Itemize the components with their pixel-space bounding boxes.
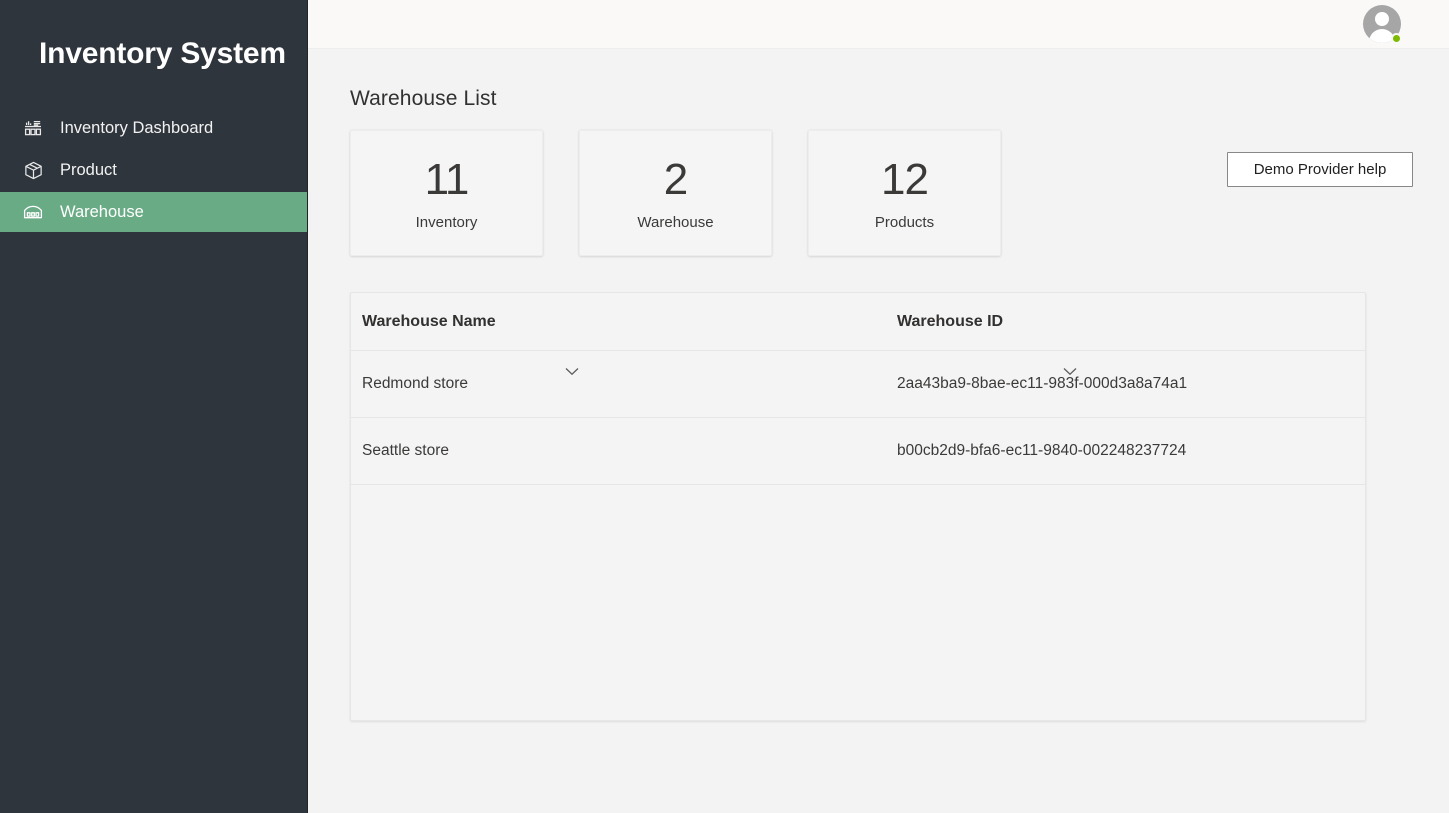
- stat-value: 12: [881, 154, 929, 204]
- stat-card-inventory[interactable]: 11 Inventory: [350, 130, 543, 256]
- demo-provider-help-button[interactable]: Demo Provider help: [1227, 152, 1413, 187]
- sidebar-item-product[interactable]: Product: [0, 150, 307, 190]
- column-header-warehouse-id[interactable]: Warehouse ID: [897, 313, 1365, 331]
- stat-value: 2: [663, 154, 689, 204]
- inventory-dashboard-icon: [20, 115, 46, 141]
- cell-warehouse-id: 2aa43ba9-8bae-ec11-983f-000d3a8a74a1: [897, 375, 1188, 392]
- column-header-warehouse-name[interactable]: Warehouse Name: [362, 313, 897, 331]
- main-area: Warehouse List Demo Provider help 11 Inv…: [307, 0, 1449, 813]
- chevron-down-icon[interactable]: [563, 365, 581, 377]
- warehouse-table: Warehouse Name Warehouse ID Redmond stor…: [350, 292, 1366, 721]
- warehouse-icon: [20, 199, 46, 225]
- product-box-icon: [20, 157, 46, 183]
- table-header-row: Warehouse Name Warehouse ID: [351, 293, 1365, 351]
- chevron-down-icon[interactable]: [1061, 365, 1079, 377]
- sidebar: Inventory System Inventory Dashboard Pro…: [0, 0, 307, 813]
- app-root: Inventory System Inventory Dashboard Pro…: [0, 0, 1449, 813]
- table-row[interactable]: Redmond store 2aa43ba9-8bae-ec11-983f-00…: [351, 351, 1365, 418]
- stat-label: Inventory: [415, 213, 478, 231]
- cell-warehouse-name: Seattle store: [362, 442, 450, 459]
- stat-card-warehouse[interactable]: 2 Warehouse: [579, 130, 772, 256]
- table-empty-area: [351, 485, 1365, 720]
- app-brand-title: Inventory System: [39, 37, 286, 70]
- avatar-head-shape: [1375, 12, 1389, 26]
- stat-value: 11: [424, 154, 470, 204]
- table-row[interactable]: Seattle store b00cb2d9-bfa6-ec11-9840-00…: [351, 418, 1365, 485]
- sidebar-item-warehouse[interactable]: Warehouse: [0, 192, 307, 232]
- stat-cards: 11 Inventory 2 Warehouse 12 Products: [350, 130, 1449, 256]
- top-bar: [307, 0, 1449, 49]
- stat-card-products[interactable]: 12 Products: [808, 130, 1001, 256]
- avatar[interactable]: [1363, 5, 1402, 44]
- sidebar-item-inventory-dashboard[interactable]: Inventory Dashboard: [0, 108, 307, 148]
- page-content: Warehouse List Demo Provider help 11 Inv…: [307, 86, 1449, 721]
- page-title: Warehouse List: [350, 87, 497, 110]
- sidebar-item-label: Warehouse: [60, 203, 144, 221]
- cell-warehouse-id: b00cb2d9-bfa6-ec11-9840-002248237724: [897, 442, 1187, 459]
- sidebar-item-label: Product: [60, 161, 117, 179]
- stat-label: Products: [874, 213, 935, 231]
- presence-indicator: [1391, 33, 1402, 44]
- cell-warehouse-name: Redmond store: [362, 375, 468, 392]
- stat-label: Warehouse: [637, 213, 714, 231]
- sidebar-item-label: Inventory Dashboard: [60, 119, 214, 137]
- sidebar-nav: Inventory Dashboard Product Warehouse: [0, 108, 307, 232]
